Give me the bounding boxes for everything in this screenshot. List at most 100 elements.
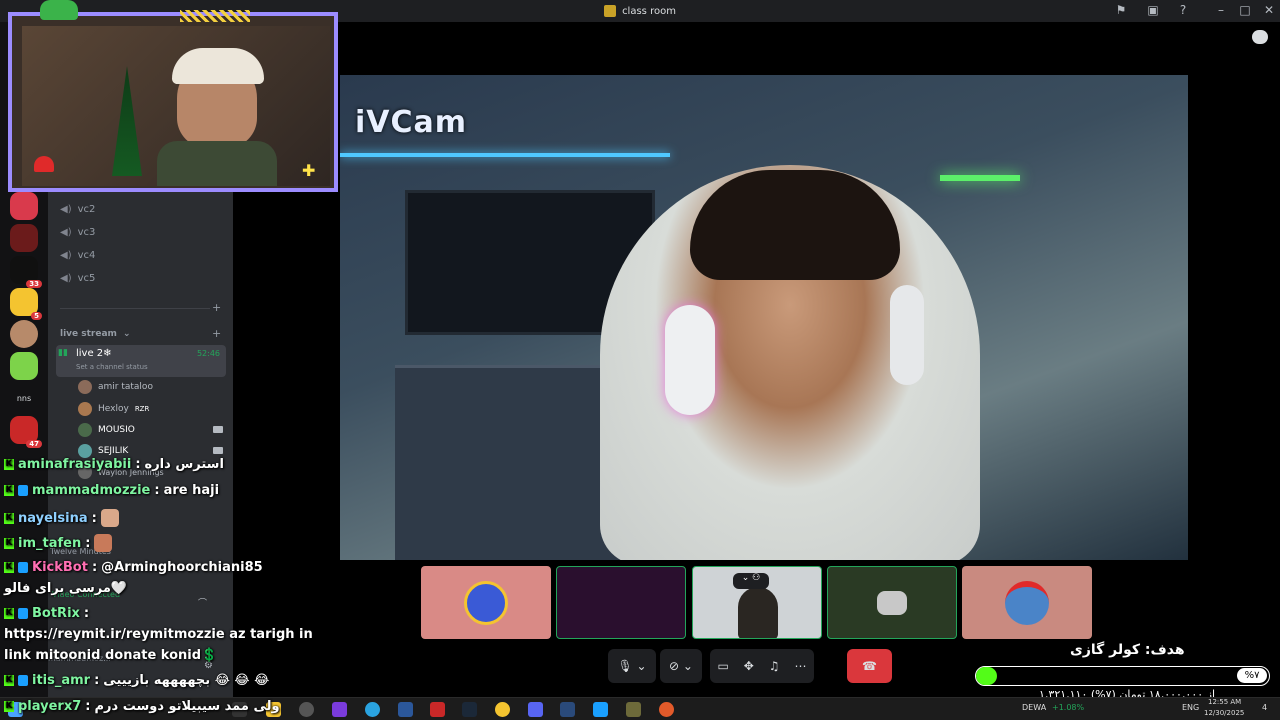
voice-channel[interactable]: ◀) vc5	[60, 273, 95, 284]
tile-controls-icon[interactable]: ⌄ ⚇	[733, 573, 769, 589]
app-icon[interactable]	[626, 702, 641, 717]
clock-time[interactable]: 12:55 AM	[1208, 698, 1241, 706]
maximize-button[interactable]: □	[1236, 3, 1254, 17]
leave-call-button[interactable]: ☎	[847, 649, 892, 683]
server-icon[interactable]: nns	[10, 384, 38, 412]
browser-icon[interactable]	[659, 702, 674, 717]
voice-channel[interactable]: ◀) vc2	[60, 204, 95, 215]
screen-share-icon[interactable]: ▭	[717, 659, 728, 673]
add-channel-icon[interactable]: +	[212, 301, 221, 314]
activities-icon[interactable]: ✥	[744, 659, 754, 673]
camera-off-icon[interactable]: ⊘ ⌄	[660, 649, 702, 683]
emote-icon	[94, 534, 113, 552]
rider-icon[interactable]	[332, 702, 347, 717]
channel-status[interactable]: Set a channel status	[76, 363, 148, 371]
server-icon[interactable]	[10, 320, 38, 348]
streamer-webcam: ✚	[8, 12, 338, 192]
avatar	[78, 444, 92, 458]
add-channel-icon[interactable]: +	[212, 327, 221, 340]
voice-member[interactable]: Hexloy RZR	[78, 402, 149, 416]
decor-stripes	[180, 10, 250, 22]
discord-icon[interactable]	[528, 702, 543, 717]
speaker-icon: ◀)	[60, 227, 72, 238]
voice-member[interactable]: amir tataloo	[78, 380, 153, 394]
mention-badge: 5	[31, 312, 42, 320]
chat-message: link mitoonid donate konid💲	[4, 648, 218, 663]
channel-sidebar: ◀) vc2 ◀) vc3 ◀) vc4 ◀) vc5 + live stream ⌄ +…	[48, 192, 233, 697]
participant-tile[interactable]	[827, 566, 957, 639]
frog-icon	[40, 0, 78, 20]
kick-badge-icon: K	[4, 512, 14, 524]
server-icon[interactable]	[10, 224, 38, 252]
obs-icon[interactable]	[299, 702, 314, 717]
help-icon[interactable]: ?	[1174, 3, 1192, 17]
voice-member[interactable]: SEJILIK	[78, 444, 128, 458]
goal-percent: %۷	[1237, 668, 1267, 683]
participant-tile[interactable]	[962, 566, 1092, 639]
chat-message: Kaminafrasiyabii: استرس داره	[4, 457, 224, 472]
voice-channel[interactable]: ◀) vc3	[60, 227, 95, 238]
participant-tile[interactable]	[421, 566, 551, 639]
app-icon[interactable]	[560, 702, 575, 717]
headphone	[890, 285, 924, 385]
category-header[interactable]: live stream ⌄	[60, 329, 130, 339]
camera-icon	[877, 590, 907, 615]
kick-badge-icon: K	[4, 608, 14, 619]
server-icon[interactable]: 5	[10, 288, 42, 320]
language-indicator[interactable]: ENG	[1182, 703, 1199, 712]
steam-icon[interactable]	[462, 702, 477, 717]
camera-icon	[213, 447, 223, 454]
chat-message: مرسی برای فالو🤍	[4, 581, 128, 596]
server-icon[interactable]: 33	[10, 256, 42, 288]
stock-change: +1.08%	[1052, 703, 1085, 712]
more-icon[interactable]: ⋯	[795, 659, 807, 673]
participant-tile[interactable]: ⌄ ⚇	[692, 566, 822, 639]
avatar	[78, 380, 92, 394]
goal-progress-bar: %۷	[975, 666, 1270, 686]
voice-channel[interactable]: ◀) vc4	[60, 250, 95, 261]
gift-badge-icon	[18, 485, 28, 496]
neon-light	[340, 153, 670, 157]
kick-badge-icon: K	[4, 459, 14, 470]
call-controls: 🎙 ⌄ ⊘ ⌄ ▭ ✥ ♫ ⋯ ☎	[608, 649, 892, 683]
close-button[interactable]: ✕	[1260, 3, 1278, 17]
goal-progress-fill	[976, 667, 997, 685]
chat-message: Knayelsina:	[4, 509, 119, 527]
kick-badge-icon: K	[4, 485, 14, 496]
chevron-down-icon: ⌄	[122, 329, 131, 339]
voice-member[interactable]: MOUSIO	[78, 423, 135, 437]
avatar	[78, 402, 92, 416]
telegram-icon[interactable]	[365, 702, 380, 717]
main-video-stage[interactable]	[340, 75, 1188, 560]
participant-tile[interactable]	[556, 566, 686, 639]
active-voice-channel[interactable]: ▮▮ live 2❄ 52:46 Set a channel status	[56, 345, 226, 377]
soundboard-icon[interactable]: ♫	[769, 659, 780, 673]
cap	[172, 48, 264, 84]
member-tag: RZR	[134, 405, 150, 413]
chat-message: K BotRix:	[4, 606, 90, 621]
hair	[690, 170, 900, 280]
clock-date[interactable]: 12/30/2025	[1204, 709, 1244, 717]
kick-badge-icon: K	[4, 701, 14, 712]
chat-message: K KickBot: @Arminghoorchiani85	[4, 560, 263, 575]
mention-badge: 33	[26, 280, 42, 288]
mic-icon[interactable]: 🎙 ⌄	[608, 649, 656, 683]
screen-icon[interactable]: ▣	[1144, 3, 1162, 17]
chat-icon[interactable]	[1252, 30, 1268, 44]
disconnect-icon[interactable]: ⌒	[198, 596, 212, 609]
app-icon[interactable]	[593, 702, 608, 717]
server-icon[interactable]: 47	[10, 416, 42, 448]
inbox-icon[interactable]: ⚑	[1112, 3, 1130, 17]
chat-message: Kitis_amr: بچههههه بازیییی 😂 😂 😂	[4, 673, 270, 688]
kick-badge-icon: K	[4, 562, 14, 573]
minimize-button[interactable]: –	[1212, 3, 1230, 17]
word-icon[interactable]	[398, 702, 413, 717]
server-icon[interactable]	[10, 192, 38, 220]
chrome-icon[interactable]	[495, 702, 510, 717]
avatar	[1005, 580, 1049, 625]
christmas-tree	[112, 66, 142, 176]
server-icon[interactable]	[10, 352, 38, 380]
app-icon[interactable]	[430, 702, 445, 717]
webcam-feed	[22, 26, 330, 186]
notification-count[interactable]: 4	[1262, 703, 1267, 712]
